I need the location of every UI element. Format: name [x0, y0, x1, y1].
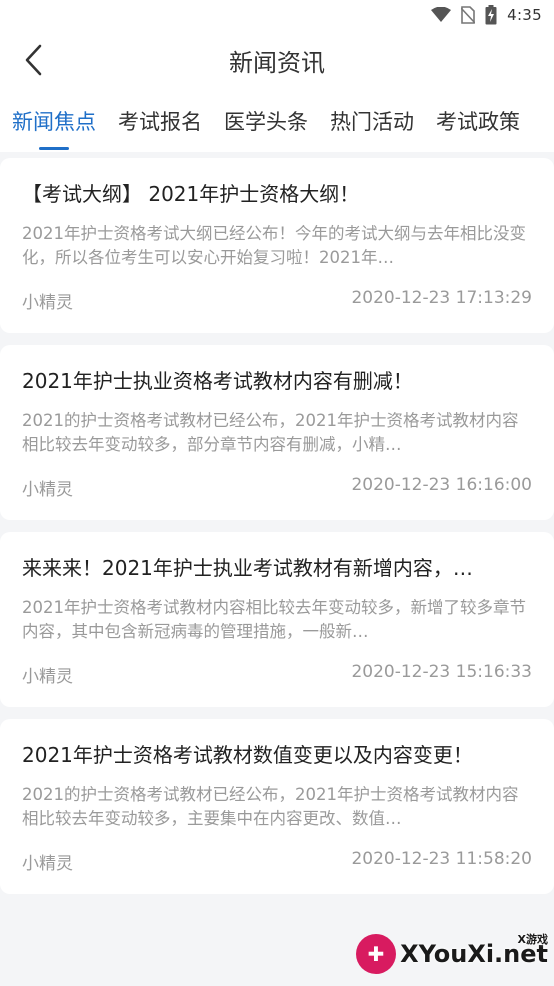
- article-card[interactable]: 【考试大纲】 2021年护士资格大纲！ 2021年护士资格考试大纲已经公布！今年…: [0, 158, 554, 333]
- article-author: 小精灵: [22, 667, 73, 687]
- status-icons: [431, 5, 497, 25]
- tab-bar: 新闻焦点 考试报名 医学头条 热门活动 考试政策: [0, 90, 554, 152]
- article-datetime: 2020-12-23 17:13:29: [351, 288, 532, 308]
- article-card[interactable]: 来来来！2021年护士执业考试教材有新增内容，… 2021年护士资格考试教材内容…: [0, 532, 554, 707]
- tab-news-focus[interactable]: 新闻焦点: [12, 90, 96, 152]
- article-datetime: 2020-12-23 16:16:00: [351, 475, 532, 495]
- article-author: 小精灵: [22, 480, 73, 500]
- no-sim-icon: [461, 6, 476, 24]
- article-author: 小精灵: [22, 854, 73, 874]
- article-meta: 小精灵 2020-12-23 11:58:20: [22, 849, 532, 874]
- article-title: 2021年护士执业资格考试教材内容有删减！: [22, 369, 413, 393]
- chevron-left-icon: [25, 44, 42, 76]
- tab-medical-headlines[interactable]: 医学头条: [224, 90, 308, 152]
- article-meta: 小精灵 2020-12-23 17:13:29: [22, 288, 532, 313]
- page-title: 新闻资讯: [229, 48, 325, 77]
- article-card[interactable]: 2021年护士资格考试教材数值变更以及内容变更！ 2021的护士资格考试教材已经…: [0, 719, 554, 894]
- tab-exam-registration[interactable]: 考试报名: [118, 90, 202, 152]
- article-summary: 2021的护士资格考试教材已经公布，2021年护士资格考试教材内容相比较去年变动…: [22, 785, 519, 828]
- tab-hot-activities[interactable]: 热门活动: [330, 90, 414, 152]
- article-datetime: 2020-12-23 15:16:33: [351, 662, 532, 682]
- article-title: 2021年护士资格考试教材数值变更以及内容变更！: [22, 743, 473, 767]
- tab-exam-policy[interactable]: 考试政策: [436, 90, 520, 152]
- gamepad-logo-icon: ✚: [356, 934, 397, 974]
- article-meta: 小精灵 2020-12-23 15:16:33: [22, 662, 532, 687]
- watermark-sub: X游戏: [517, 933, 548, 946]
- watermark-text: X游戏 XYouXi.net: [400, 933, 548, 968]
- status-bar: 4:35: [0, 0, 554, 30]
- article-author: 小精灵: [22, 293, 73, 313]
- article-datetime: 2020-12-23 11:58:20: [351, 849, 532, 869]
- article-meta: 小精灵 2020-12-23 16:16:00: [22, 475, 532, 500]
- status-time: 4:35: [507, 6, 542, 24]
- article-summary: 2021年护士资格考试大纲已经公布！今年的考试大纲与去年相比没变化，所以各位考生…: [22, 224, 526, 267]
- app-bar: 新闻资讯: [0, 30, 554, 90]
- article-list: 【考试大纲】 2021年护士资格大纲！ 2021年护士资格考试大纲已经公布！今年…: [0, 158, 554, 894]
- article-title: 来来来！2021年护士执业考试教材有新增内容，…: [22, 556, 473, 580]
- article-title: 【考试大纲】 2021年护士资格大纲！: [22, 182, 360, 206]
- battery-charging-icon: [485, 5, 497, 25]
- article-summary: 2021的护士资格考试教材已经公布，2021年护士资格考试教材内容相比较去年变动…: [22, 411, 519, 454]
- back-button[interactable]: [16, 42, 52, 78]
- article-summary: 2021年护士资格考试教材内容相比较去年变动较多，新增了较多章节内容，其中包含新…: [22, 598, 526, 641]
- wifi-icon: [431, 7, 452, 22]
- watermark: ✚ X游戏 XYouXi.net: [356, 933, 548, 974]
- article-card[interactable]: 2021年护士执业资格考试教材内容有删减！ 2021的护士资格考试教材已经公布，…: [0, 345, 554, 520]
